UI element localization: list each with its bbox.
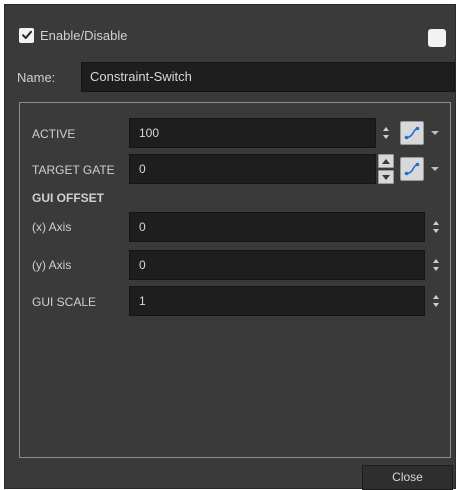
chevron-down-icon[interactable] bbox=[431, 167, 439, 171]
name-label: Name: bbox=[17, 70, 56, 85]
attributes-panel: ACTIVE 100 TARGET GATE 0 GUI OFFSET (x) … bbox=[19, 102, 451, 458]
y-axis-label: (y) Axis bbox=[32, 258, 72, 272]
function-curve-icon bbox=[404, 162, 420, 176]
active-spin-arrows[interactable] bbox=[382, 127, 390, 139]
color-swatch-checkbox[interactable] bbox=[428, 29, 446, 47]
y-axis-spin-arrows[interactable] bbox=[432, 259, 440, 271]
y-axis-input[interactable]: 0 bbox=[129, 250, 425, 280]
x-axis-spin-arrows[interactable] bbox=[432, 221, 440, 233]
target-gate-input[interactable]: 0 bbox=[129, 154, 376, 184]
function-curve-icon bbox=[404, 126, 420, 140]
chevron-down-icon[interactable] bbox=[431, 131, 439, 135]
checkmark-icon bbox=[21, 30, 32, 39]
enable-disable-label: Enable/Disable bbox=[40, 27, 128, 43]
enable-checkbox[interactable] bbox=[19, 27, 34, 43]
active-function-button[interactable] bbox=[400, 121, 424, 145]
gui-scale-spin-arrows[interactable] bbox=[432, 295, 440, 307]
gui-scale-input[interactable]: 1 bbox=[129, 286, 425, 316]
target-gate-label: TARGET GATE bbox=[32, 163, 115, 177]
gui-scale-label: GUI SCALE bbox=[32, 295, 97, 309]
close-button[interactable]: Close bbox=[362, 465, 453, 490]
name-input[interactable]: Constraint-Switch bbox=[81, 62, 455, 92]
x-axis-label: (x) Axis bbox=[32, 220, 72, 234]
target-gate-stepper[interactable] bbox=[378, 154, 394, 184]
enable-disable-toggle[interactable]: Enable/Disable bbox=[19, 25, 127, 45]
gui-offset-heading: GUI OFFSET bbox=[32, 191, 104, 205]
active-label: ACTIVE bbox=[32, 127, 76, 141]
layer-properties-dialog: Enable/Disable Name: Constraint-Switch A… bbox=[4, 4, 456, 490]
target-gate-function-button[interactable] bbox=[400, 157, 424, 181]
stepper-down-button[interactable] bbox=[378, 170, 394, 184]
x-axis-input[interactable]: 0 bbox=[129, 212, 425, 242]
active-input[interactable]: 100 bbox=[129, 118, 376, 148]
stepper-up-button[interactable] bbox=[378, 154, 394, 168]
